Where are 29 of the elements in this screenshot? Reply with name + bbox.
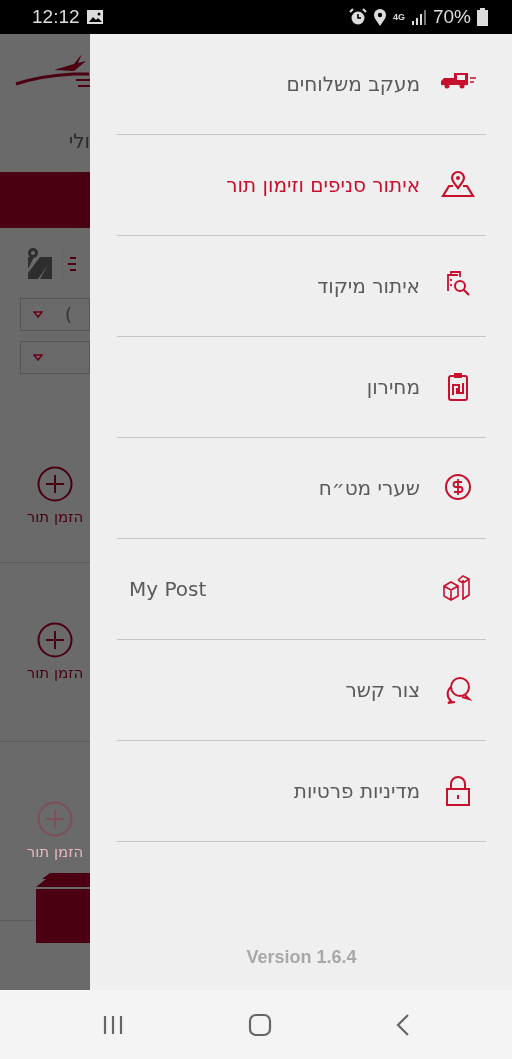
location-icon bbox=[372, 8, 387, 26]
menu-item[interactable]: מעקב משלוחים bbox=[117, 34, 486, 135]
caret-icon bbox=[33, 354, 43, 361]
dropdown-text: ( bbox=[65, 304, 73, 325]
back-icon[interactable] bbox=[396, 1013, 410, 1036]
battery-icon bbox=[477, 8, 488, 26]
menu-item[interactable]: מחירון bbox=[117, 337, 486, 438]
image-icon bbox=[85, 9, 104, 25]
alarm-icon bbox=[348, 8, 367, 26]
menu-item[interactable]: שערי מט״ח bbox=[117, 438, 486, 539]
network-type: 4G bbox=[392, 12, 405, 22]
filter-icon bbox=[62, 248, 76, 278]
menu-item[interactable]: צור קשר bbox=[117, 640, 486, 741]
version-text: Version 1.6.4 bbox=[246, 947, 357, 967]
heading-text: ולי bbox=[68, 128, 90, 153]
map-icon bbox=[26, 247, 54, 279]
map-pin-icon bbox=[440, 170, 476, 200]
caret-icon bbox=[33, 311, 43, 318]
menu-item[interactable]: איתור מיקוד bbox=[117, 236, 486, 337]
recent-apps-icon[interactable] bbox=[102, 1014, 124, 1035]
menu-item[interactable]: מדיניות פרטיות bbox=[117, 741, 486, 842]
box-drawing bbox=[36, 873, 90, 943]
clock-time: 12:12 bbox=[32, 6, 80, 28]
signal-icon bbox=[410, 9, 427, 25]
dropdown-field[interactable] bbox=[20, 341, 90, 374]
menu-item[interactable]: איתור סניפים וזימון תור bbox=[117, 135, 486, 236]
home-icon[interactable] bbox=[248, 1012, 272, 1037]
battery-level: 70% bbox=[432, 6, 471, 28]
menu-item[interactable]: My Post bbox=[117, 539, 486, 640]
